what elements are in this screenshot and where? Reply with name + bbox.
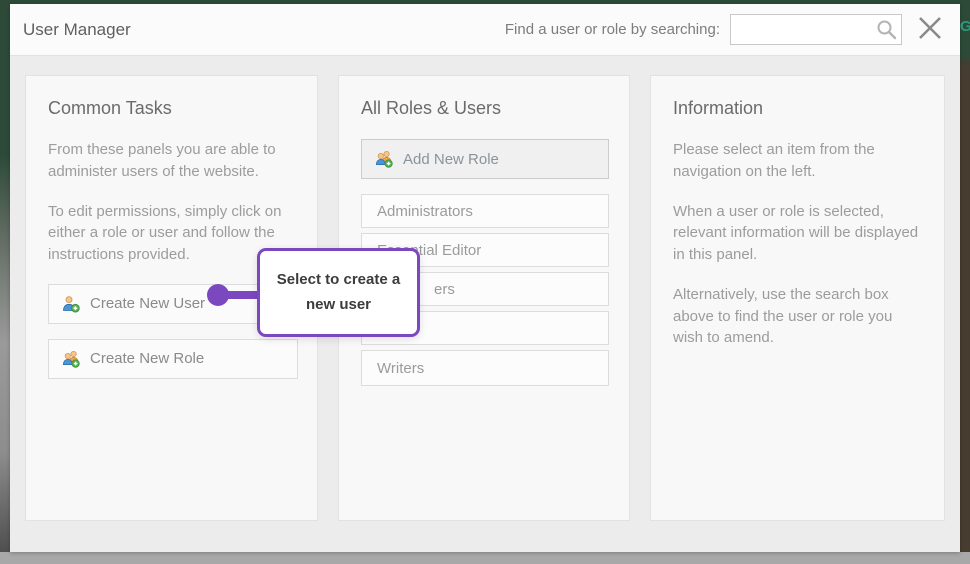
backdrop-logo-letter: G: [960, 18, 970, 35]
information-para-2: When a user or role is selected, relevan…: [673, 201, 922, 266]
search-label: Find a user or role by searching:: [505, 21, 720, 38]
create-new-role-button[interactable]: Create New Role: [48, 339, 298, 379]
add-new-role-button[interactable]: Add New Role: [361, 139, 609, 179]
screen: G User Manager Find a user or role by se…: [0, 0, 970, 564]
common-tasks-title: Common Tasks: [48, 98, 295, 119]
add-new-role-label: Add New Role: [403, 151, 499, 168]
information-title: Information: [673, 98, 922, 119]
close-button[interactable]: [914, 14, 946, 46]
roles-users-title: All Roles & Users: [361, 98, 607, 119]
user-add-icon: [62, 295, 80, 313]
coachmark-tooltip: Select to create a new user: [257, 248, 420, 337]
group-add-icon: [375, 150, 393, 168]
create-new-role-label: Create New Role: [90, 350, 204, 367]
search-icon: [876, 19, 897, 45]
search-field-wrap: [730, 14, 902, 45]
role-item-writers[interactable]: Writers: [361, 350, 609, 386]
information-para-3: Alternatively, use the search box above …: [673, 284, 922, 349]
backdrop-right-strip: [960, 0, 970, 552]
group-add-icon: [62, 350, 80, 368]
create-new-user-label: Create New User: [90, 295, 205, 312]
user-manager-dialog: User Manager Find a user or role by sear…: [10, 4, 960, 552]
search-group: Find a user or role by searching:: [505, 14, 946, 46]
backdrop-left-strip: [0, 0, 10, 552]
coachmark-tooltip-text: Select to create a new user: [270, 268, 407, 318]
information-para-1: Please select an item from the navigatio…: [673, 139, 922, 183]
close-icon: [915, 13, 945, 46]
role-item-label: Administrators: [377, 203, 473, 220]
panel-information: Information Please select an item from t…: [650, 75, 945, 521]
backdrop-bottom-strip: [0, 552, 970, 564]
role-item-label: Writers: [377, 360, 424, 377]
role-item-label: ers: [434, 281, 455, 298]
page-title: User Manager: [23, 20, 131, 40]
common-tasks-para-1: From these panels you are able to admini…: [48, 139, 295, 183]
panel-row: Common Tasks From these panels you are a…: [25, 75, 945, 521]
tooltip-connector-dot: [207, 284, 229, 306]
role-item-administrators[interactable]: Administrators: [361, 194, 609, 228]
dialog-header: User Manager Find a user or role by sear…: [10, 4, 960, 56]
